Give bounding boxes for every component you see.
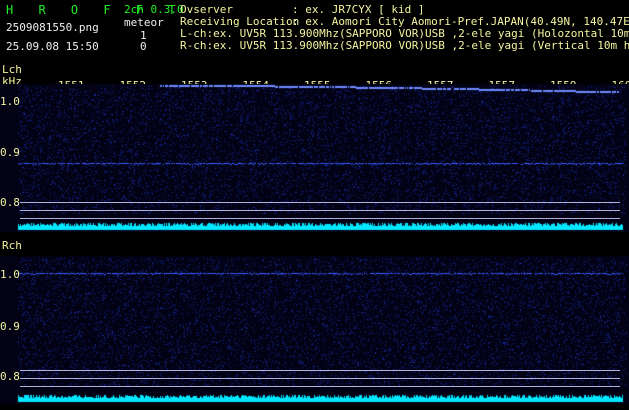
meteor-label: meteor — [124, 16, 164, 29]
rch-tick-0-8: 0.8 — [0, 370, 20, 383]
rch-meteor-count: 0 — [140, 40, 147, 53]
lch-ref-line — [20, 218, 620, 219]
rch-ref-line — [20, 386, 620, 387]
lch-tick-1-0: 1.0 — [0, 95, 20, 108]
rch-label: Rch — [2, 239, 22, 252]
rch-info: R-ch:ex. UV5R 113.900Mhz(SAPPORO VOR)USB… — [180, 39, 629, 52]
lch-ref-line — [20, 210, 620, 211]
filename: 2509081550.png — [6, 21, 99, 34]
datetime: 25.09.08 15:50 — [6, 40, 99, 53]
lch-tick-0-8: 0.8 — [0, 196, 20, 209]
hroffft-viewer: { "header": { "brand": "H R O F F T", "f… — [0, 0, 629, 410]
rch-tick-1-0: 1.0 — [0, 268, 20, 281]
lch-tick-0-9: 0.9 — [0, 146, 20, 159]
rch-tick-0-9: 0.9 — [0, 320, 20, 333]
rch-spectrogram-canvas — [0, 256, 629, 404]
rch-ref-line — [20, 378, 620, 379]
rch-spectrogram — [0, 256, 629, 404]
channel-label: 2ch 0.3.0 — [124, 3, 184, 16]
rch-ref-line — [20, 370, 620, 371]
lch-ref-line — [20, 202, 620, 203]
lch-spectrogram — [0, 84, 629, 232]
